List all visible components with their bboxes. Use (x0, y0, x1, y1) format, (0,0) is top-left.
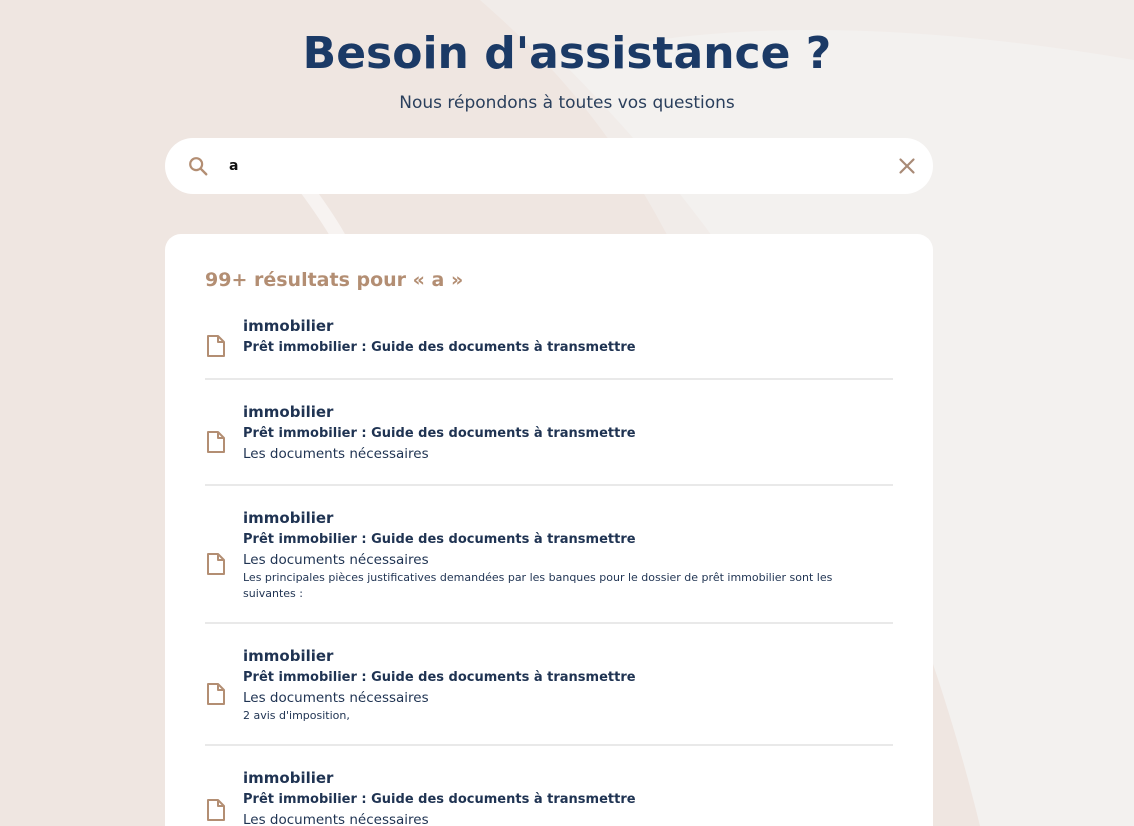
result-section: Les documents nécessaires (243, 690, 429, 706)
help-center-page: Besoin d'assistance ? Nous répondons à t… (0, 0, 1134, 826)
result-category: immobilier (243, 403, 334, 421)
document-icon (207, 683, 225, 705)
page-subtitle: Nous répondons à toutes vos questions (399, 93, 735, 113)
document-icon (207, 553, 225, 575)
result-list: immobilier Prêt immobilier : Guide des d… (205, 314, 893, 826)
result-section: Les documents nécessaires (243, 552, 429, 568)
result-category: immobilier (243, 509, 334, 527)
page-title: Besoin d'assistance ? (302, 28, 832, 79)
close-icon[interactable] (897, 156, 917, 176)
search-bar (165, 138, 933, 194)
result-section: Les documents nécessaires (243, 812, 429, 826)
result-item[interactable]: immobilier Prêt immobilier : Guide des d… (205, 314, 893, 380)
result-category: immobilier (243, 647, 334, 665)
result-category: immobilier (243, 317, 334, 335)
result-item[interactable]: immobilier Prêt immobilier : Guide des d… (205, 486, 893, 624)
result-title: Prêt immobilier : Guide des documents à … (243, 792, 636, 807)
result-category: immobilier (243, 769, 334, 787)
results-panel: 99+ résultats pour « a » immobilier Prêt… (165, 234, 933, 826)
result-section: Les documents nécessaires (243, 446, 429, 462)
result-title: Prêt immobilier : Guide des documents à … (243, 532, 636, 547)
result-item[interactable]: immobilier Prêt immobilier : Guide des d… (205, 380, 893, 486)
result-snippet: Les principales pièces justificatives de… (243, 571, 833, 600)
result-title: Prêt immobilier : Guide des documents à … (243, 426, 636, 441)
result-title: Prêt immobilier : Guide des documents à … (243, 670, 636, 685)
search-icon (189, 157, 208, 176)
document-icon (207, 431, 225, 453)
results-count: 99+ résultats pour « a » (205, 269, 464, 291)
result-snippet: 2 avis d'imposition, (243, 709, 350, 722)
search-input[interactable] (229, 152, 869, 180)
result-item[interactable]: immobilier Prêt immobilier : Guide des d… (205, 624, 893, 746)
result-item[interactable]: immobilier Prêt immobilier : Guide des d… (205, 746, 893, 826)
document-icon (207, 799, 225, 821)
document-icon (207, 335, 225, 357)
result-title: Prêt immobilier : Guide des documents à … (243, 340, 636, 355)
